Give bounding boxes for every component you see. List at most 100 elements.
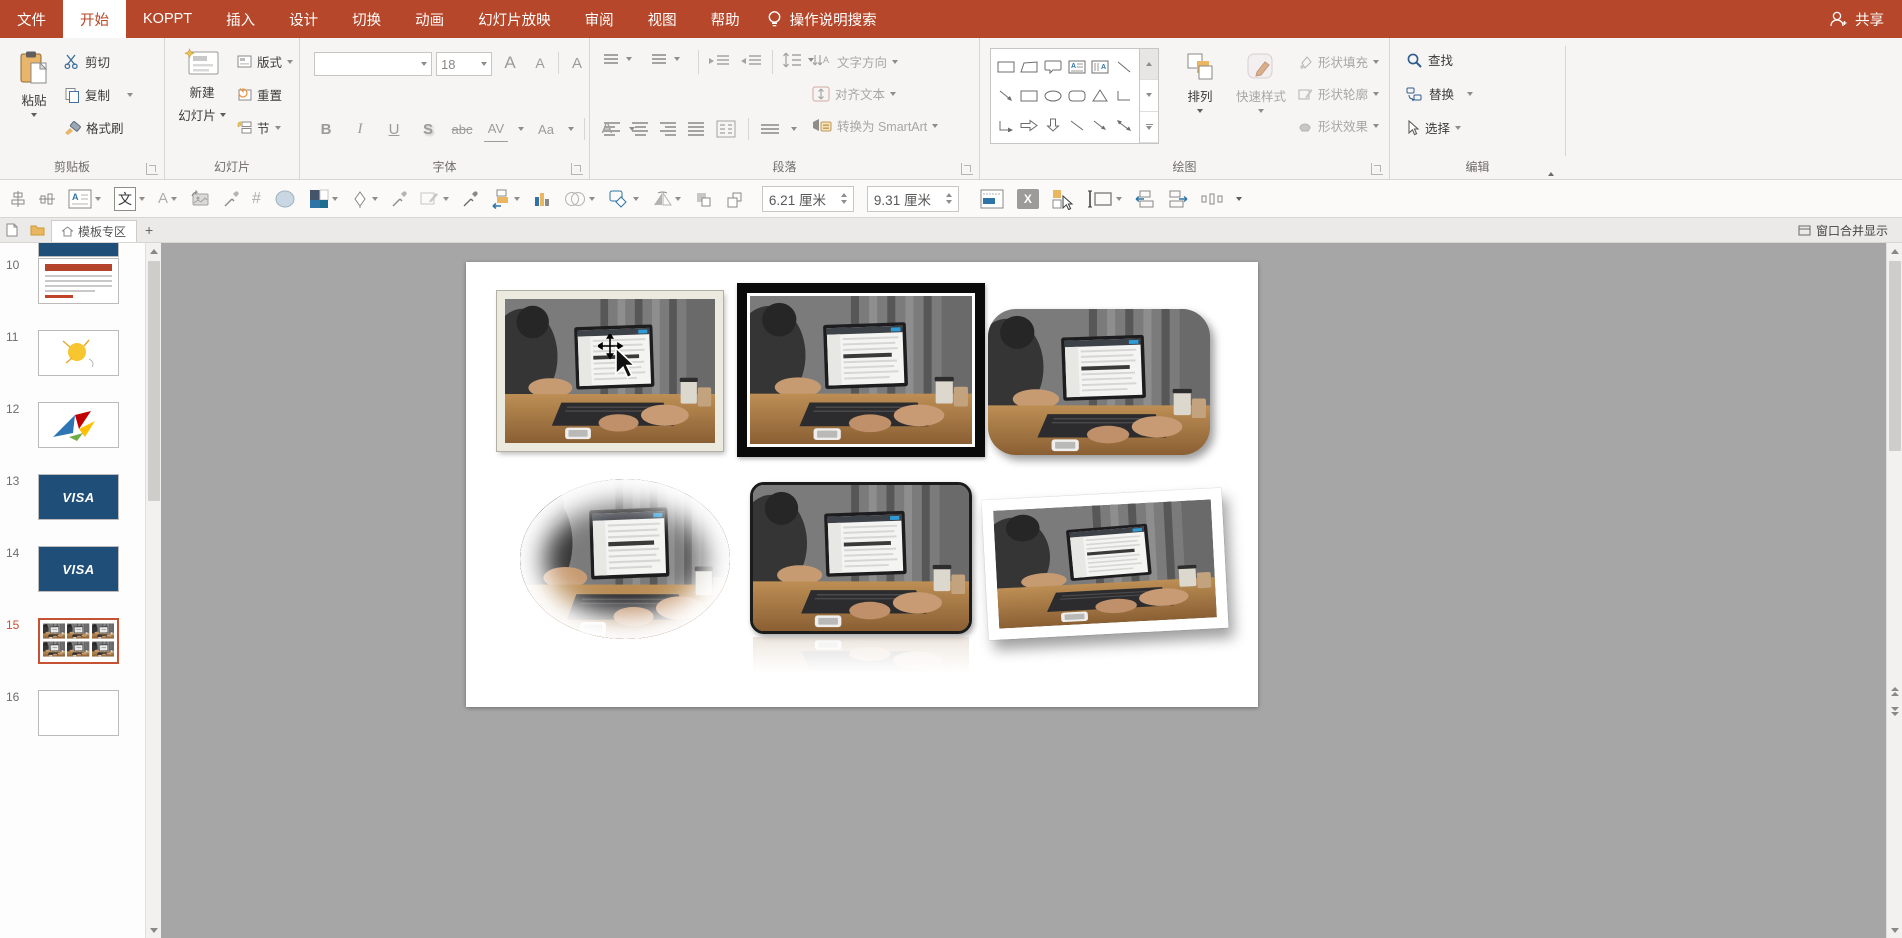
slide-16-thumbnail[interactable] — [38, 690, 119, 736]
section-button[interactable]: 节 — [237, 118, 281, 137]
text-note-icon[interactable] — [980, 189, 1004, 209]
select-caret-icon[interactable] — [1455, 125, 1462, 130]
align-right-objects-icon[interactable] — [1168, 189, 1188, 209]
numbering-caret-icon[interactable] — [674, 56, 680, 61]
justify-icon[interactable] — [688, 122, 704, 136]
strikethrough-button[interactable]: abc — [450, 116, 474, 142]
width-down-icon[interactable] — [840, 200, 847, 204]
increase-indent-button[interactable] — [740, 54, 762, 68]
slide-9-thumbnail-partial[interactable] — [38, 243, 119, 257]
smartart-button[interactable]: 转换为 SmartArt — [812, 116, 939, 135]
oval-tool-icon[interactable] — [274, 189, 296, 209]
edit-shape-icon[interactable] — [420, 190, 449, 207]
tab-insert[interactable]: 插入 — [209, 0, 272, 38]
height-up-icon[interactable] — [945, 193, 952, 197]
format-painter-button[interactable]: 格式刷 — [64, 118, 124, 137]
bullets-caret-icon[interactable] — [626, 56, 632, 61]
width-up-icon[interactable] — [840, 193, 847, 197]
vertical-textbox-button[interactable]: 文 — [114, 186, 145, 211]
new-slide-caret-icon[interactable] — [219, 112, 226, 117]
shape-arrow2-icon[interactable] — [1089, 111, 1113, 140]
eyedropper2-icon[interactable] — [391, 190, 407, 208]
align-center-icon[interactable] — [632, 122, 648, 136]
delete-button[interactable]: X — [1016, 188, 1039, 209]
paste-button[interactable]: 粘贴 — [12, 50, 56, 117]
wordart-caret-icon[interactable] — [171, 196, 178, 201]
share-button[interactable]: 共享 — [1811, 0, 1902, 38]
shape-fill-caret-icon[interactable] — [1373, 59, 1380, 64]
align-objects-icon[interactable] — [10, 190, 26, 207]
shape-width-spinner[interactable]: 6.21 厘米 — [761, 185, 854, 212]
bold-button[interactable]: B — [314, 116, 338, 142]
new-slide-button[interactable]: 新建 幻灯片 — [175, 48, 229, 124]
char-spacing-button[interactable]: AV — [484, 116, 508, 142]
theme-color-icon[interactable] — [309, 189, 338, 209]
distribute-objects-icon[interactable] — [1201, 191, 1223, 207]
ink-caret-icon[interactable] — [371, 196, 378, 201]
picture-rounded-corners[interactable] — [988, 309, 1210, 455]
paragraph-dialog-launcher-icon[interactable] — [961, 163, 973, 175]
layout-button[interactable]: 版式 — [237, 52, 294, 71]
smartart-caret-icon[interactable] — [932, 123, 939, 128]
shape-rectangle-icon[interactable] — [994, 52, 1018, 81]
tab-help[interactable]: 帮助 — [694, 0, 757, 38]
tab-slideshow[interactable]: 幻灯片放映 — [461, 0, 568, 38]
font-dialog-launcher-icon[interactable] — [571, 163, 583, 175]
shape-effects-caret-icon[interactable] — [1373, 123, 1380, 128]
panel-scrollbar[interactable] — [145, 243, 162, 938]
v-textbox-caret-icon[interactable] — [139, 196, 145, 201]
boolean-shapes-icon[interactable] — [608, 189, 639, 209]
copy-caret-icon[interactable] — [127, 92, 134, 97]
grow-font-button[interactable]: A — [498, 50, 522, 76]
smart-align-icon[interactable] — [491, 189, 520, 209]
add-tab-button[interactable]: + — [137, 218, 161, 242]
text-shadow-button[interactable]: S — [416, 116, 440, 142]
smart-align-caret-icon[interactable] — [513, 196, 520, 201]
collapse-ribbon-button[interactable] — [1548, 155, 1554, 176]
open-folder-icon[interactable] — [24, 218, 51, 242]
char-spacing-caret-icon[interactable] — [518, 127, 524, 131]
theme-color-caret-icon[interactable] — [331, 196, 338, 201]
copy-button[interactable]: 复制 — [64, 85, 134, 104]
cut-button[interactable]: 剪切 — [64, 52, 110, 71]
align-text-caret-icon[interactable] — [890, 91, 897, 96]
slide-12-thumbnail[interactable] — [38, 402, 119, 448]
clear-format-button[interactable]: A — [565, 50, 589, 76]
picture-black-frame[interactable] — [737, 283, 985, 457]
slide-14-thumbnail[interactable]: VISA — [38, 546, 119, 592]
shape-double-arrow-icon[interactable] — [1112, 111, 1136, 140]
wordart-button[interactable]: A — [158, 190, 178, 207]
slide-11-thumbnail[interactable] — [38, 330, 119, 376]
template-zone-tab[interactable]: 模板专区 — [51, 220, 138, 242]
shape-textbox-h-icon[interactable]: A — [1065, 52, 1089, 81]
align-text-button[interactable]: 对齐文本 — [812, 84, 897, 103]
slide-editing-surface[interactable] — [466, 262, 1258, 707]
tab-animations[interactable]: 动画 — [398, 0, 461, 38]
shape-right-arrow-icon[interactable] — [1018, 111, 1042, 140]
section-caret-icon[interactable] — [274, 125, 281, 130]
shape-fill-button[interactable]: 形状填充 — [1298, 52, 1380, 71]
shape-ellipse-icon[interactable] — [1041, 81, 1065, 110]
text-direction-button[interactable]: A 文字方向 — [812, 52, 899, 71]
quick-styles-button[interactable]: 快速样式 — [1232, 52, 1290, 113]
previous-slide-button[interactable] — [1887, 683, 1902, 699]
window-merge-toggle[interactable]: 窗口合并显示 — [1784, 218, 1902, 242]
underline-button[interactable]: U — [382, 116, 406, 142]
canvas-scroll-thumb[interactable] — [1889, 261, 1901, 451]
new-document-icon[interactable] — [0, 218, 24, 242]
shape-gallery[interactable]: A A — [990, 48, 1140, 144]
slide-13-thumbnail[interactable]: VISA — [38, 474, 119, 520]
tab-koppt[interactable]: KOPPT — [126, 0, 209, 38]
h-textbox-caret-icon[interactable] — [95, 196, 101, 201]
picture-soft-edge-oval[interactable] — [520, 479, 730, 639]
paste-caret-icon[interactable] — [31, 113, 37, 117]
quick-styles-caret-icon[interactable] — [1258, 109, 1264, 113]
align-left-objects-icon[interactable] — [1135, 189, 1155, 209]
shape-elbow-icon[interactable] — [1112, 81, 1136, 110]
layout-caret-icon[interactable] — [287, 59, 294, 64]
panel-scroll-thumb[interactable] — [148, 261, 160, 501]
arrange-button[interactable]: 排列 — [1176, 52, 1224, 113]
tab-design[interactable]: 设计 — [272, 0, 335, 38]
picture-dark-rounded-frame[interactable] — [750, 482, 972, 634]
shape-callout-icon[interactable] — [1041, 52, 1065, 81]
